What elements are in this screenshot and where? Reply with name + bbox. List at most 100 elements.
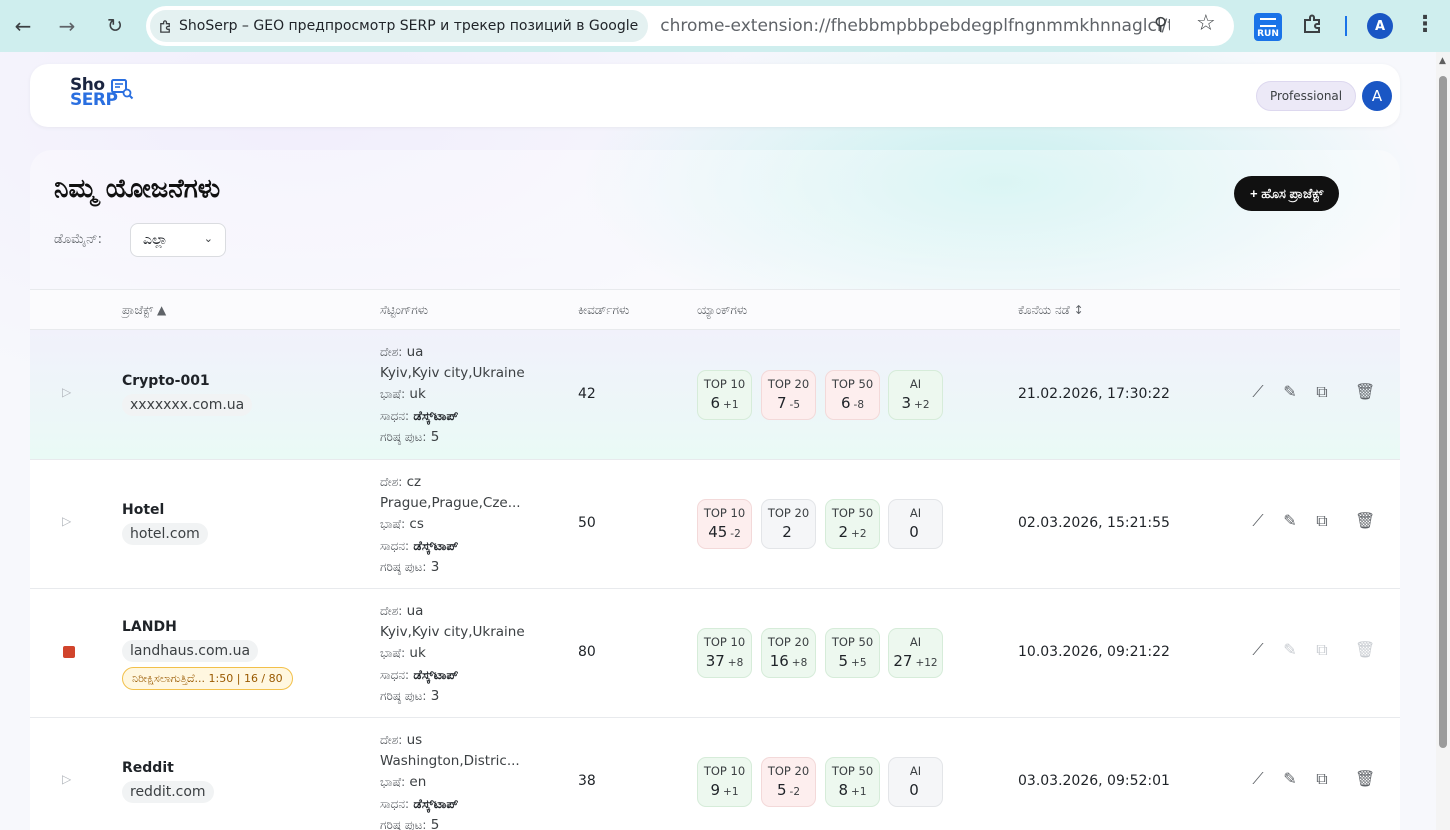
trash-icon[interactable]: 🗑 xyxy=(1355,511,1375,530)
browser-profile-avatar[interactable]: A xyxy=(1367,13,1393,39)
column-header-settings: ಸೆಟ್ಟಿಂಗ್‌ಗಳು xyxy=(380,303,429,317)
rank-delta: +2 xyxy=(914,399,930,411)
copy-icon[interactable]: ⧉ xyxy=(1313,769,1331,789)
rank-ai: AI 27 +12 xyxy=(888,628,943,678)
rank-value: 9 xyxy=(710,781,721,799)
trash-icon[interactable]: 🗑 xyxy=(1355,769,1375,788)
copy-icon[interactable]: ⧉ xyxy=(1313,382,1331,402)
country-label: ದೇಶ: xyxy=(380,475,403,489)
copy-icon[interactable]: ⧉ xyxy=(1313,511,1331,531)
last-run-time: 21.02.2026, 17:30:22 xyxy=(1018,386,1170,402)
domain-filter-select[interactable]: ಎಲ್ಲಾ ⌄ xyxy=(130,223,226,257)
rank-top10: TOP 10 9 +1 xyxy=(697,757,752,807)
project-name: LANDH xyxy=(122,619,177,635)
chart-icon[interactable]: ⟋ xyxy=(1249,640,1267,660)
country-value: us xyxy=(406,732,423,748)
user-avatar[interactable]: A xyxy=(1362,81,1392,111)
location-value: Kyiv,Kyiv city,Ukraine xyxy=(380,365,525,381)
max-pages-label: ಗರಿಷ್ಠ ಪುಟ: xyxy=(380,430,427,444)
projects-card: ನಿಮ್ಮ ಯೋಜನೆಗಳು ಡೊಮೈನ್: ಎಲ್ಲಾ ⌄ + ಹೊಸ ಪ್ರ… xyxy=(30,150,1400,830)
device-value: ಡೆಸ್ಕ್‌ಟಾಪ್ xyxy=(413,667,459,682)
edit-pencil-icon[interactable]: ✎ xyxy=(1281,511,1299,530)
table-row[interactable]: ▷ Reddit reddit.com ದೇಶ: us Washington,D… xyxy=(30,718,1400,830)
logo-search-icon xyxy=(111,79,134,100)
rank-value: 0 xyxy=(909,523,919,541)
language-label: ಭಾಷೆ: xyxy=(380,775,406,789)
rank-delta: +12 xyxy=(915,657,938,669)
rank-top50: TOP 50 5 +5 xyxy=(825,628,880,678)
rank-label: AI xyxy=(909,506,922,520)
keyword-count: 50 xyxy=(578,515,596,531)
rank-delta: -2 xyxy=(789,786,801,798)
domain-filter-value: ಎಲ್ಲಾ xyxy=(143,232,168,248)
rank-label: TOP 50 xyxy=(831,377,874,391)
language-value: uk xyxy=(409,645,426,661)
play-icon[interactable]: ▷ xyxy=(62,385,71,399)
device-value: ಡೆಸ್ಕ್‌ಟಾಪ್ xyxy=(413,538,459,553)
country-label: ದೇಶ: xyxy=(380,604,403,618)
max-pages-label: ಗರಿಷ್ಠ ಪುಟ: xyxy=(380,560,427,574)
site-info-chip[interactable]: ShoSerp – GEO предпросмотр SERP и трекер… xyxy=(150,10,649,42)
country-value: cz xyxy=(406,474,422,490)
column-header-rankings: ಯ್ಯಾಂಕ್‌ಗಳು xyxy=(697,303,748,317)
rank-label: TOP 10 xyxy=(703,377,746,391)
scroll-thumb[interactable] xyxy=(1439,76,1447,748)
rank-top50: TOP 50 6 -8 xyxy=(825,370,880,420)
language-label: ಭಾಷೆ: xyxy=(380,387,406,401)
new-project-button[interactable]: + ಹೊಸ ಪ್ರಾಜೆಕ್ಟ್ xyxy=(1234,176,1340,211)
rank-ai: AI 3 +2 xyxy=(888,370,943,420)
edit-pencil-icon: ✎ xyxy=(1283,640,1297,659)
bookmark-star-icon[interactable]: ☆ xyxy=(1196,11,1216,36)
table-row[interactable]: ▷ Crypto-001 xxxxxxx.com.ua ದೇಶ: ua Kyiv… xyxy=(30,330,1400,460)
chart-icon[interactable]: ⟋ xyxy=(1249,769,1267,789)
country-label: ದೇಶ: xyxy=(380,733,403,747)
rank-label: AI xyxy=(909,377,922,391)
tab-title: ShoSerp – GEO предпросмотр SERP и трекер… xyxy=(179,18,639,34)
page-scrollbar[interactable]: ▲ xyxy=(1436,52,1450,830)
scroll-up-arrow-icon[interactable]: ▲ xyxy=(1439,56,1446,66)
last-run-time: 03.03.2026, 09:52:01 xyxy=(1018,773,1170,789)
project-name: Hotel xyxy=(122,502,165,518)
shoserp-logo[interactable]: Sho SERP xyxy=(70,77,134,109)
edit-pencil-icon[interactable]: ✎ xyxy=(1281,382,1299,401)
forward-arrow-icon[interactable]: → xyxy=(52,11,82,41)
rank-ai: AI 0 xyxy=(888,499,943,549)
extensions-icon[interactable] xyxy=(1300,12,1324,36)
run-extension-icon[interactable]: RUN xyxy=(1254,13,1282,41)
back-arrow-icon[interactable]: ← xyxy=(8,11,38,41)
play-icon[interactable]: ▷ xyxy=(62,772,71,786)
rank-top10: TOP 10 6 +1 xyxy=(697,370,752,420)
copy-icon: ⧉ xyxy=(1316,640,1328,659)
column-header-keywords: ಕೀವರ್ಡ್‌ಗಳು xyxy=(578,303,630,317)
column-header-last-run[interactable]: ಕೊನೆಯ ನಡೆ ↕ xyxy=(1018,303,1084,318)
url-text: chrome-extension://fhebbmpbbpebdegplfngn… xyxy=(660,16,1171,36)
browser-menu-icon[interactable]: ⋮ xyxy=(1414,12,1436,37)
rank-delta: +1 xyxy=(723,786,739,798)
zoom-icon[interactable]: ⚲ xyxy=(1154,14,1167,35)
rank-label: AI xyxy=(909,635,922,649)
browser-toolbar: ← → ↻ ShoSerp – GEO предпросмотр SERP и … xyxy=(0,0,1450,52)
table-row[interactable]: LANDH landhaus.com.ua ನಿರೀಕ್ಷಿಸಲಾಗುತ್ತಿದ… xyxy=(30,589,1400,718)
play-icon[interactable]: ▷ xyxy=(62,514,71,528)
rank-top20: TOP 20 7 -5 xyxy=(761,370,816,420)
toolbar-divider xyxy=(1345,16,1347,36)
device-value: ಡೆಸ್ಕ್‌ಟಾಪ್ xyxy=(413,408,459,423)
column-header-project[interactable]: ಪ್ರಾಜೆಕ್ಟ್ ▲ xyxy=(122,303,166,318)
edit-pencil-icon[interactable]: ✎ xyxy=(1281,769,1299,788)
table-row[interactable]: ▷ Hotel hotel.com ದೇಶ: cz Prague,Prague,… xyxy=(30,460,1400,589)
rank-top20: TOP 20 2 xyxy=(761,499,816,549)
chart-icon[interactable]: ⟋ xyxy=(1249,511,1267,531)
address-bar[interactable]: ShoSerp – GEO предпросмотр SERP и трекер… xyxy=(146,6,1234,46)
device-label: ಸಾಧನ: xyxy=(380,409,410,423)
table-header: ಪ್ರಾಜೆಕ್ಟ್ ▲ ಸೆಟ್ಟಿಂಗ್‌ಗಳು ಕೀವರ್ಡ್‌ಗಳು ಯ… xyxy=(30,289,1400,330)
stop-icon[interactable] xyxy=(63,646,75,658)
reload-icon[interactable]: ↻ xyxy=(100,11,130,41)
trash-icon[interactable]: 🗑 xyxy=(1355,382,1375,401)
projects-table: ಪ್ರಾಜೆಕ್ಟ್ ▲ ಸೆಟ್ಟಿಂಗ್‌ಗಳು ಕೀವರ್ಡ್‌ಗಳು ಯ… xyxy=(30,289,1400,830)
rank-label: TOP 50 xyxy=(831,506,874,520)
rank-top20: TOP 20 16 +8 xyxy=(761,628,816,678)
language-value: cs xyxy=(409,516,424,532)
chart-icon[interactable]: ⟋ xyxy=(1249,382,1267,402)
rank-value: 27 xyxy=(893,652,913,670)
run-label: RUN xyxy=(1257,29,1279,39)
